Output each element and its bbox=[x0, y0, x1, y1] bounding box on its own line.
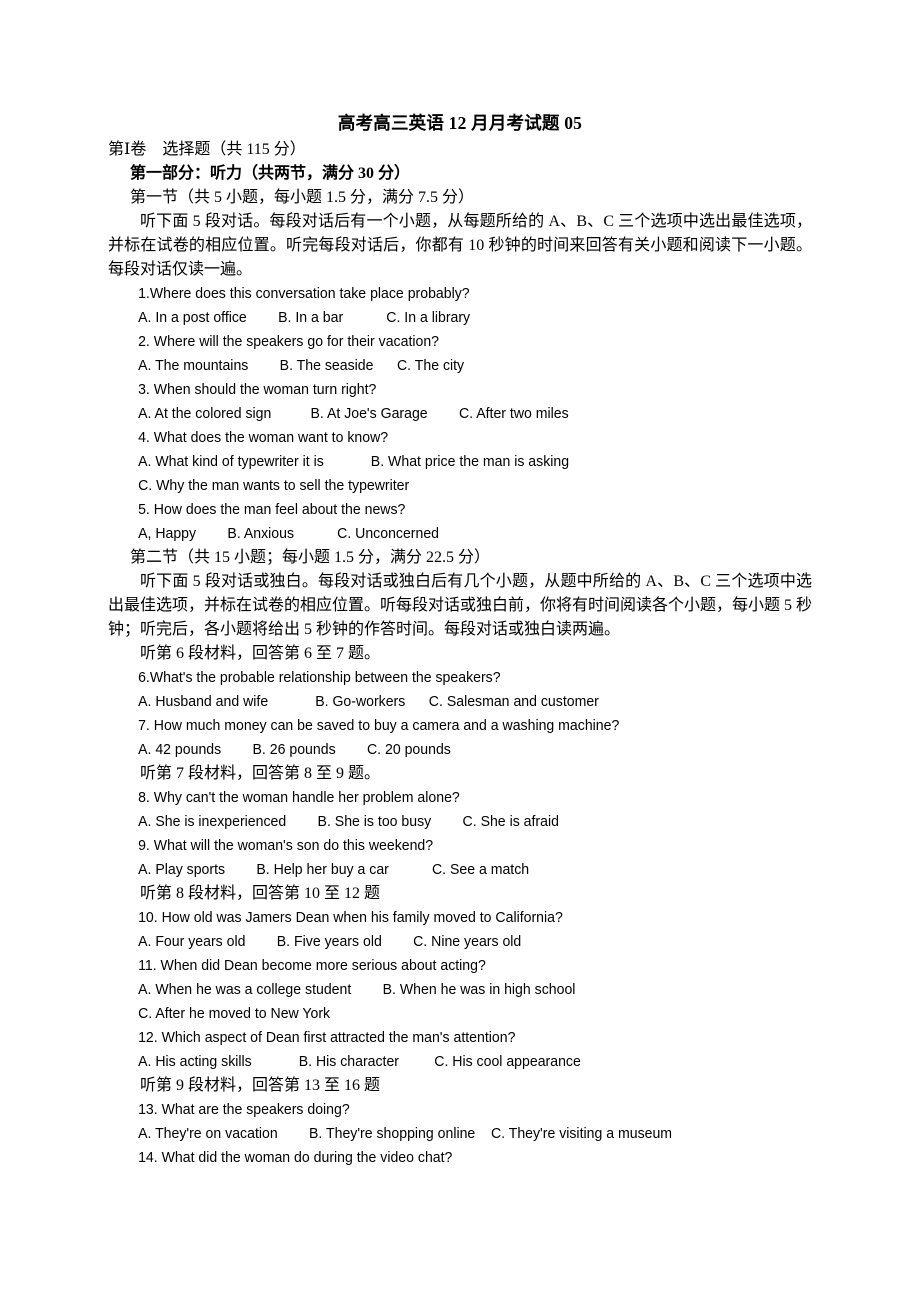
material-8-label: 听第 8 段材料，回答第 10 至 12 题 bbox=[140, 885, 381, 902]
question-options: A. Husband and wife B. Go-workers C. Sal… bbox=[138, 693, 599, 710]
question-options: A. At the colored sign B. At Joe's Garag… bbox=[138, 405, 569, 422]
part-one-heading: 第一部分：听力（共两节，满分 30 分） bbox=[130, 165, 411, 182]
document-content: 高考高三英语 12 月月考试题 05 第Ⅰ卷 选择题（共 115 分） 第一部分… bbox=[108, 110, 812, 1290]
question-stem: 8. Why can't the woman handle her proble… bbox=[138, 789, 460, 806]
material-9-label: 听第 9 段材料，回答第 13 至 16 题 bbox=[140, 1077, 381, 1094]
question-stem: 10. How old was Jamers Dean when his fam… bbox=[138, 909, 563, 926]
question-stem: 12. Which aspect of Dean first attracted… bbox=[138, 1029, 516, 1046]
material-6-label: 听第 6 段材料，回答第 6 至 7 题。 bbox=[140, 645, 381, 662]
question-stem: 9. What will the woman's son do this wee… bbox=[138, 837, 434, 854]
material-7-label: 听第 7 段材料，回答第 8 至 9 题。 bbox=[140, 765, 381, 782]
section-one-instructions: 听下面 5 段对话。每段对话后有一个小题，从每题所给的 A、B、C 三个选项中选… bbox=[108, 213, 812, 278]
question-stem: 7. How much money can be saved to buy a … bbox=[138, 717, 620, 734]
section-one-heading: 第一节（共 5 小题，每小题 1.5 分，满分 7.5 分） bbox=[130, 189, 475, 206]
question-options: A. When he was a college student B. When… bbox=[138, 981, 576, 998]
question-options: A, Happy B. Anxious C. Unconcerned bbox=[138, 525, 440, 542]
question-stem: 14. What did the woman do during the vid… bbox=[138, 1149, 453, 1166]
question-options: C. Why the man wants to sell the typewri… bbox=[138, 477, 410, 494]
document-page: 高考高三英语 12 月月考试题 05 第Ⅰ卷 选择题（共 115 分） 第一部分… bbox=[0, 0, 920, 1302]
question-stem: 5. How does the man feel about the news? bbox=[138, 501, 406, 518]
question-options: A. What kind of typewriter it is B. What… bbox=[138, 453, 570, 470]
page-title: 高考高三英语 12 月月考试题 05 bbox=[337, 113, 583, 133]
question-stem: 13. What are the speakers doing? bbox=[138, 1101, 350, 1118]
question-options: A. She is inexperienced B. She is too bu… bbox=[138, 813, 559, 830]
question-stem: 11. When did Dean become more serious ab… bbox=[138, 957, 486, 974]
question-stem: 4. What does the woman want to know? bbox=[138, 429, 389, 446]
question-options: A. His acting skills B. His character C.… bbox=[138, 1053, 581, 1070]
question-stem: 1.Where does this conversation take plac… bbox=[138, 285, 470, 302]
question-options: A. The mountains B. The seaside C. The c… bbox=[138, 357, 465, 374]
question-options: A. They're on vacation B. They're shoppi… bbox=[138, 1125, 673, 1142]
question-options: A. Play sports B. Help her buy a car C. … bbox=[138, 861, 530, 878]
question-stem: 6.What's the probable relationship betwe… bbox=[138, 669, 501, 686]
question-options: A. 42 pounds B. 26 pounds C. 20 pounds bbox=[138, 741, 451, 758]
question-stem: 3. When should the woman turn right? bbox=[138, 381, 377, 398]
question-options: A. In a post office B. In a bar C. In a … bbox=[138, 309, 471, 326]
section-two-instructions: 听下面 5 段对话或独白。每段对话或独白后有几个小题，从题中所给的 A、B、C … bbox=[108, 573, 813, 638]
section-two-heading: 第二节（共 15 小题；每小题 1.5 分，满分 22.5 分） bbox=[130, 549, 491, 566]
page-bottom-whitespace bbox=[108, 1170, 812, 1290]
question-stem: 2. Where will the speakers go for their … bbox=[138, 333, 440, 350]
paper-section-label: 第Ⅰ卷 选择题（共 115 分） bbox=[108, 141, 306, 158]
question-options: A. Four years old B. Five years old C. N… bbox=[138, 933, 522, 950]
question-options: C. After he moved to New York bbox=[138, 1005, 331, 1022]
